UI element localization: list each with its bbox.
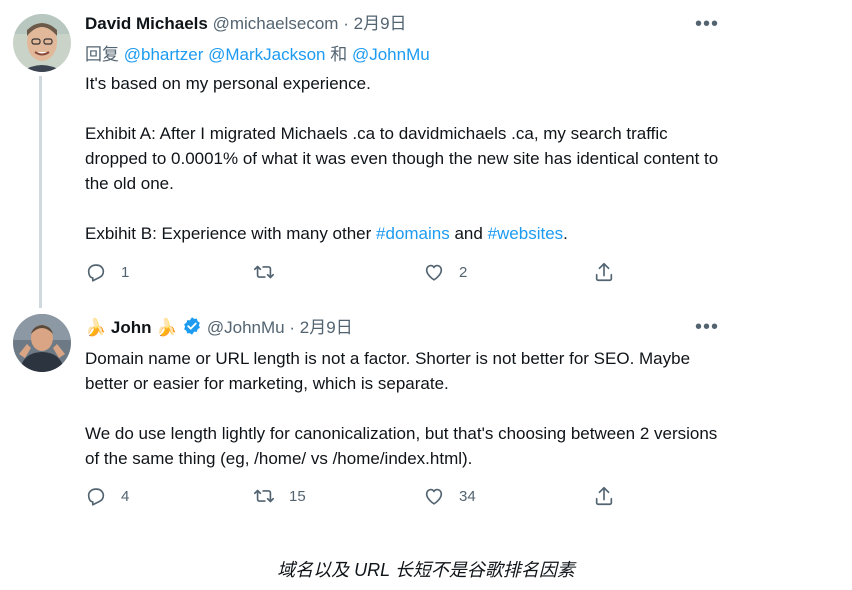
tweet-paragraph: Domain name or URL length is not a facto… bbox=[85, 349, 691, 393]
reply-button[interactable]: 4 bbox=[85, 485, 129, 507]
retweet-icon bbox=[254, 489, 274, 503]
author-handle[interactable]: @michaelsecom bbox=[213, 14, 339, 33]
share-button[interactable] bbox=[593, 261, 615, 283]
text-run: Exbihit B: Experience with many other bbox=[85, 224, 377, 243]
avatar-john[interactable] bbox=[13, 314, 71, 372]
text-run: and bbox=[449, 224, 488, 243]
tweet-date[interactable]: 2月9日 bbox=[354, 14, 407, 33]
like-button[interactable]: 2 bbox=[423, 261, 467, 283]
retweet-count: 15 bbox=[289, 487, 306, 505]
mention-johnmu[interactable]: @JohnMu bbox=[352, 45, 430, 64]
tweet-header: David Michaels @michaelsecom · 2月9日 bbox=[85, 13, 407, 35]
tweet-actions: 1 2 bbox=[85, 261, 645, 285]
hashtag-websites[interactable]: #websites bbox=[488, 224, 564, 243]
author-name[interactable]: David Michaels bbox=[85, 14, 208, 33]
avatar-david-michaels[interactable] bbox=[13, 14, 71, 72]
share-icon bbox=[595, 262, 613, 282]
like-button[interactable]: 34 bbox=[423, 485, 476, 507]
hashtag-domains[interactable]: #domains bbox=[376, 224, 450, 243]
thread-connector-line bbox=[39, 76, 42, 308]
mention-markjackson[interactable]: @MarkJackson bbox=[208, 45, 325, 64]
tweet-text: Domain name or URL length is not a facto… bbox=[85, 346, 725, 471]
mention-bhartzer[interactable]: @bhartzer bbox=[124, 45, 204, 64]
tweet-paragraph: We do use length lightly for canonicaliz… bbox=[85, 424, 718, 468]
author-handle[interactable]: @JohnMu bbox=[207, 318, 285, 337]
tweet-paragraph: Exhibit A: After I migrated Michaels .ca… bbox=[85, 124, 719, 193]
tweet-text: It's based on my personal experience. Ex… bbox=[85, 71, 725, 246]
tweet-date[interactable]: 2月9日 bbox=[300, 318, 353, 337]
tweet-paragraph: It's based on my personal experience. bbox=[85, 74, 371, 93]
retweet-button[interactable]: 15 bbox=[253, 485, 306, 507]
reply-prefix: 回复 bbox=[85, 45, 119, 64]
tweet-david-michaels[interactable]: David Michaels @michaelsecom · 2月9日 ••• … bbox=[0, 0, 740, 308]
banana-emoji-icon: 🍌 bbox=[85, 318, 107, 337]
replying-to-line: 回复 @bhartzer @MarkJackson 和 @JohnMu bbox=[85, 44, 430, 66]
reply-icon bbox=[87, 264, 105, 282]
verified-badge-icon bbox=[182, 316, 202, 342]
image-caption: 域名以及 URL 长短不是谷歌排名因素 bbox=[277, 560, 575, 580]
separator-dot: · bbox=[289, 318, 296, 337]
heart-icon bbox=[425, 488, 443, 505]
reply-count: 1 bbox=[121, 263, 130, 281]
share-button[interactable] bbox=[593, 485, 615, 507]
banana-emoji-icon: 🍌 bbox=[156, 318, 178, 337]
more-options-icon[interactable]: ••• bbox=[695, 316, 719, 339]
tweet-actions: 4 15 34 bbox=[85, 485, 645, 509]
author-name[interactable]: John bbox=[111, 318, 152, 337]
like-count: 34 bbox=[459, 487, 476, 505]
tweet-john[interactable]: 🍌 John 🍌 @JohnMu · 2月9日 ••• Domain name … bbox=[0, 305, 740, 520]
tweet-paragraph: Exbihit B: Experience with many other #d… bbox=[85, 221, 725, 246]
separator-dot: · bbox=[343, 14, 349, 33]
retweet-icon bbox=[254, 265, 274, 279]
reply-and: 和 bbox=[330, 45, 348, 64]
tweet-header: 🍌 John 🍌 @JohnMu · 2月9日 bbox=[85, 316, 353, 342]
more-options-icon[interactable]: ••• bbox=[695, 13, 719, 36]
text-run: . bbox=[563, 224, 568, 243]
reply-button[interactable]: 1 bbox=[85, 261, 129, 283]
heart-icon bbox=[425, 264, 443, 281]
share-icon bbox=[595, 486, 613, 506]
retweet-button[interactable] bbox=[253, 261, 289, 283]
like-count: 2 bbox=[459, 263, 468, 281]
reply-count: 4 bbox=[121, 487, 130, 505]
reply-icon bbox=[87, 488, 105, 506]
